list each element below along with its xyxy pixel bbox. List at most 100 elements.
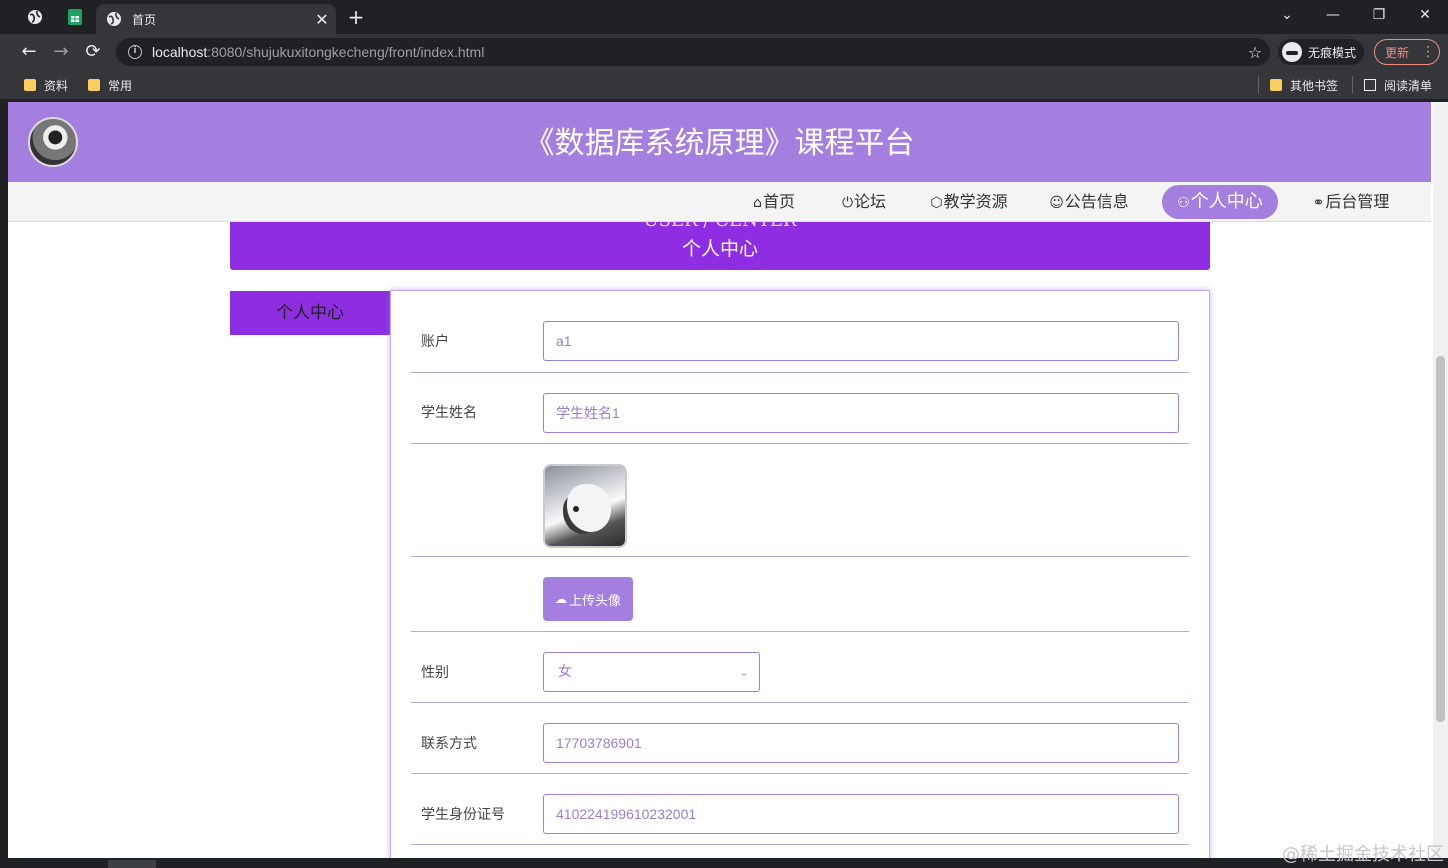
folder-icon	[1270, 79, 1282, 91]
nav-label: 论坛	[854, 192, 887, 211]
gender-value: 女	[558, 664, 572, 680]
gender-label: 性别	[421, 665, 449, 681]
scrollbar-thumb[interactable]	[1436, 356, 1445, 722]
upload-label: 上传头像	[568, 593, 621, 609]
site-header: 《数据库系统原理》课程平台	[8, 102, 1431, 182]
other-bookmarks-label: 其他书签	[1290, 78, 1339, 93]
bookmark-star-icon[interactable]: ☆	[1240, 43, 1270, 62]
idcard-label: 学生身份证号	[421, 807, 505, 823]
form-row-name: 学生姓名 学生姓名1	[411, 373, 1189, 444]
more-menu-icon: ⋮	[1421, 44, 1436, 60]
form-row-phone: 联系方式 17703786901	[411, 703, 1189, 774]
phone-label: 联系方式	[421, 736, 477, 752]
update-label: 更新	[1385, 45, 1410, 60]
gender-select[interactable]: 女 ⌄	[543, 652, 760, 692]
url-host: localhost	[152, 44, 208, 60]
profile-form: 账户 a1 学生姓名 学生姓名1 ☁ 上传头像 性别 女 ⌄ 联系方式 1770…	[390, 290, 1210, 858]
reading-list-label: 阅读清单	[1384, 78, 1433, 93]
bookmark-separator	[1352, 76, 1353, 94]
power-icon: ⏻	[841, 195, 854, 211]
bookmarks-bar: 资料 常用 其他书签 阅读清单	[0, 70, 1448, 100]
nav-resources[interactable]: ⬡教学资源	[926, 184, 1012, 220]
reading-list-icon	[1364, 79, 1376, 91]
nav-user-center[interactable]: ⚇个人中心	[1162, 185, 1278, 219]
tab-strip: 首页 ✕ + ⌄ — ❐ ✕	[0, 0, 1448, 34]
bookmark-folder[interactable]: 常用	[88, 76, 132, 94]
form-row-avatar	[411, 444, 1189, 557]
user-icon: ⚇	[1177, 195, 1190, 211]
form-row-gender: 性别 女 ⌄	[411, 632, 1189, 703]
reading-list[interactable]: 阅读清单	[1364, 76, 1432, 94]
upload-avatar-button[interactable]: ☁ 上传头像	[543, 577, 633, 621]
pinned-tab-sheets[interactable]	[56, 0, 94, 34]
nav-label: 个人中心	[1190, 191, 1263, 212]
url-path: :8080/shujukuxitongkecheng/front/index.h…	[207, 44, 485, 60]
avatar-image	[543, 464, 627, 548]
sidebar-item-user-center[interactable]: 个人中心	[230, 291, 390, 335]
url-text[interactable]: localhost:8080/shujukuxitongkecheng/fron…	[152, 44, 1240, 60]
watermark: @稀土掘金技术社区	[1282, 844, 1444, 865]
tag-icon: ⬡	[930, 195, 943, 211]
account-input[interactable]: a1	[543, 321, 1179, 361]
close-tab-icon[interactable]: ✕	[308, 10, 336, 29]
restore-button[interactable]: ❐	[1356, 0, 1402, 30]
idcard-input[interactable]: 410224199610232001	[543, 794, 1179, 834]
page-viewport: 《数据库系统原理》课程平台 ⌂首页 ⏻论坛 ⬡教学资源 ☺公告信息 ⚇个人中心 …	[8, 102, 1448, 858]
bookmark-separator	[1258, 76, 1259, 94]
incognito-label: 无痕模式	[1308, 45, 1357, 60]
nav-home[interactable]: ⌂首页	[748, 184, 800, 220]
form-row-idcard: 学生身份证号 410224199610232001	[411, 774, 1189, 845]
info-icon[interactable]: i	[128, 45, 142, 59]
pinned-tab-globe[interactable]	[16, 0, 54, 34]
main-nav: ⌂首页 ⏻论坛 ⬡教学资源 ☺公告信息 ⚇个人中心 ⚭后台管理	[8, 182, 1431, 222]
link-icon: ⚭	[1312, 195, 1325, 211]
student-name-label: 学生姓名	[421, 405, 477, 421]
forward-button[interactable]: →	[48, 39, 74, 65]
sheets-icon	[68, 9, 82, 25]
close-window-button[interactable]: ✕	[1402, 0, 1448, 30]
reload-button[interactable]: ⟳	[80, 39, 106, 65]
incognito-icon	[1282, 42, 1302, 62]
folder-icon	[24, 79, 36, 91]
banner-title: 个人中心	[681, 238, 758, 260]
other-bookmarks[interactable]: 其他书签	[1270, 76, 1338, 94]
address-bar[interactable]: i localhost:8080/shujukuxitongkecheng/fr…	[116, 38, 1270, 66]
bookmark-label: 资料	[44, 78, 69, 93]
folder-icon	[88, 79, 100, 91]
nav-forum[interactable]: ⏻论坛	[838, 184, 890, 220]
banner-title-en: USER / CENTER	[230, 222, 1210, 231]
taskbar-strip	[0, 858, 1448, 868]
smile-icon: ☺	[1049, 195, 1064, 211]
account-label: 账户	[421, 334, 449, 350]
phone-input[interactable]: 17703786901	[543, 723, 1179, 763]
form-row-upload: ☁ 上传头像	[411, 557, 1189, 632]
incognito-indicator[interactable]: 无痕模式	[1278, 39, 1365, 65]
nav-admin[interactable]: ⚭后台管理	[1310, 184, 1392, 220]
taskbar-item[interactable]	[108, 860, 156, 868]
nav-label: 教学资源	[943, 192, 1008, 211]
minimize-button[interactable]: —	[1310, 0, 1356, 30]
back-button[interactable]: ←	[16, 39, 42, 65]
bookmark-label: 常用	[108, 78, 133, 93]
globe-icon	[28, 10, 42, 24]
browser-window: 首页 ✕ + ⌄ — ❐ ✕ ← → ⟳ i localhost:8080/sh…	[0, 0, 1448, 868]
browser-toolbar: ← → ⟳ i localhost:8080/shujukuxitongkech…	[0, 34, 1448, 70]
tab-title: 首页	[132, 12, 157, 27]
update-button[interactable]: 更新 ⋮	[1374, 39, 1440, 65]
chevron-down-icon: ⌄	[738, 665, 749, 679]
home-icon: ⌂	[753, 195, 762, 211]
nav-label: 首页	[762, 192, 795, 211]
nav-announcements[interactable]: ☺公告信息	[1048, 184, 1130, 220]
bookmark-folder[interactable]: 资料	[24, 76, 68, 94]
student-name-input[interactable]: 学生姓名1	[543, 393, 1179, 433]
active-tab[interactable]: 首页 ✕	[96, 4, 336, 34]
nav-label: 公告信息	[1064, 192, 1129, 211]
form-row-account: 账户 a1	[411, 311, 1189, 373]
tab-search-chevron-icon[interactable]: ⌄	[1264, 0, 1310, 30]
nav-label: 后台管理	[1325, 192, 1390, 211]
site-title: 《数据库系统原理》课程平台	[524, 126, 915, 161]
globe-icon	[107, 12, 121, 26]
section-banner: USER / CENTER 个人中心	[230, 222, 1210, 270]
new-tab-button[interactable]: +	[344, 4, 368, 30]
cloud-upload-icon: ☁	[554, 592, 567, 606]
